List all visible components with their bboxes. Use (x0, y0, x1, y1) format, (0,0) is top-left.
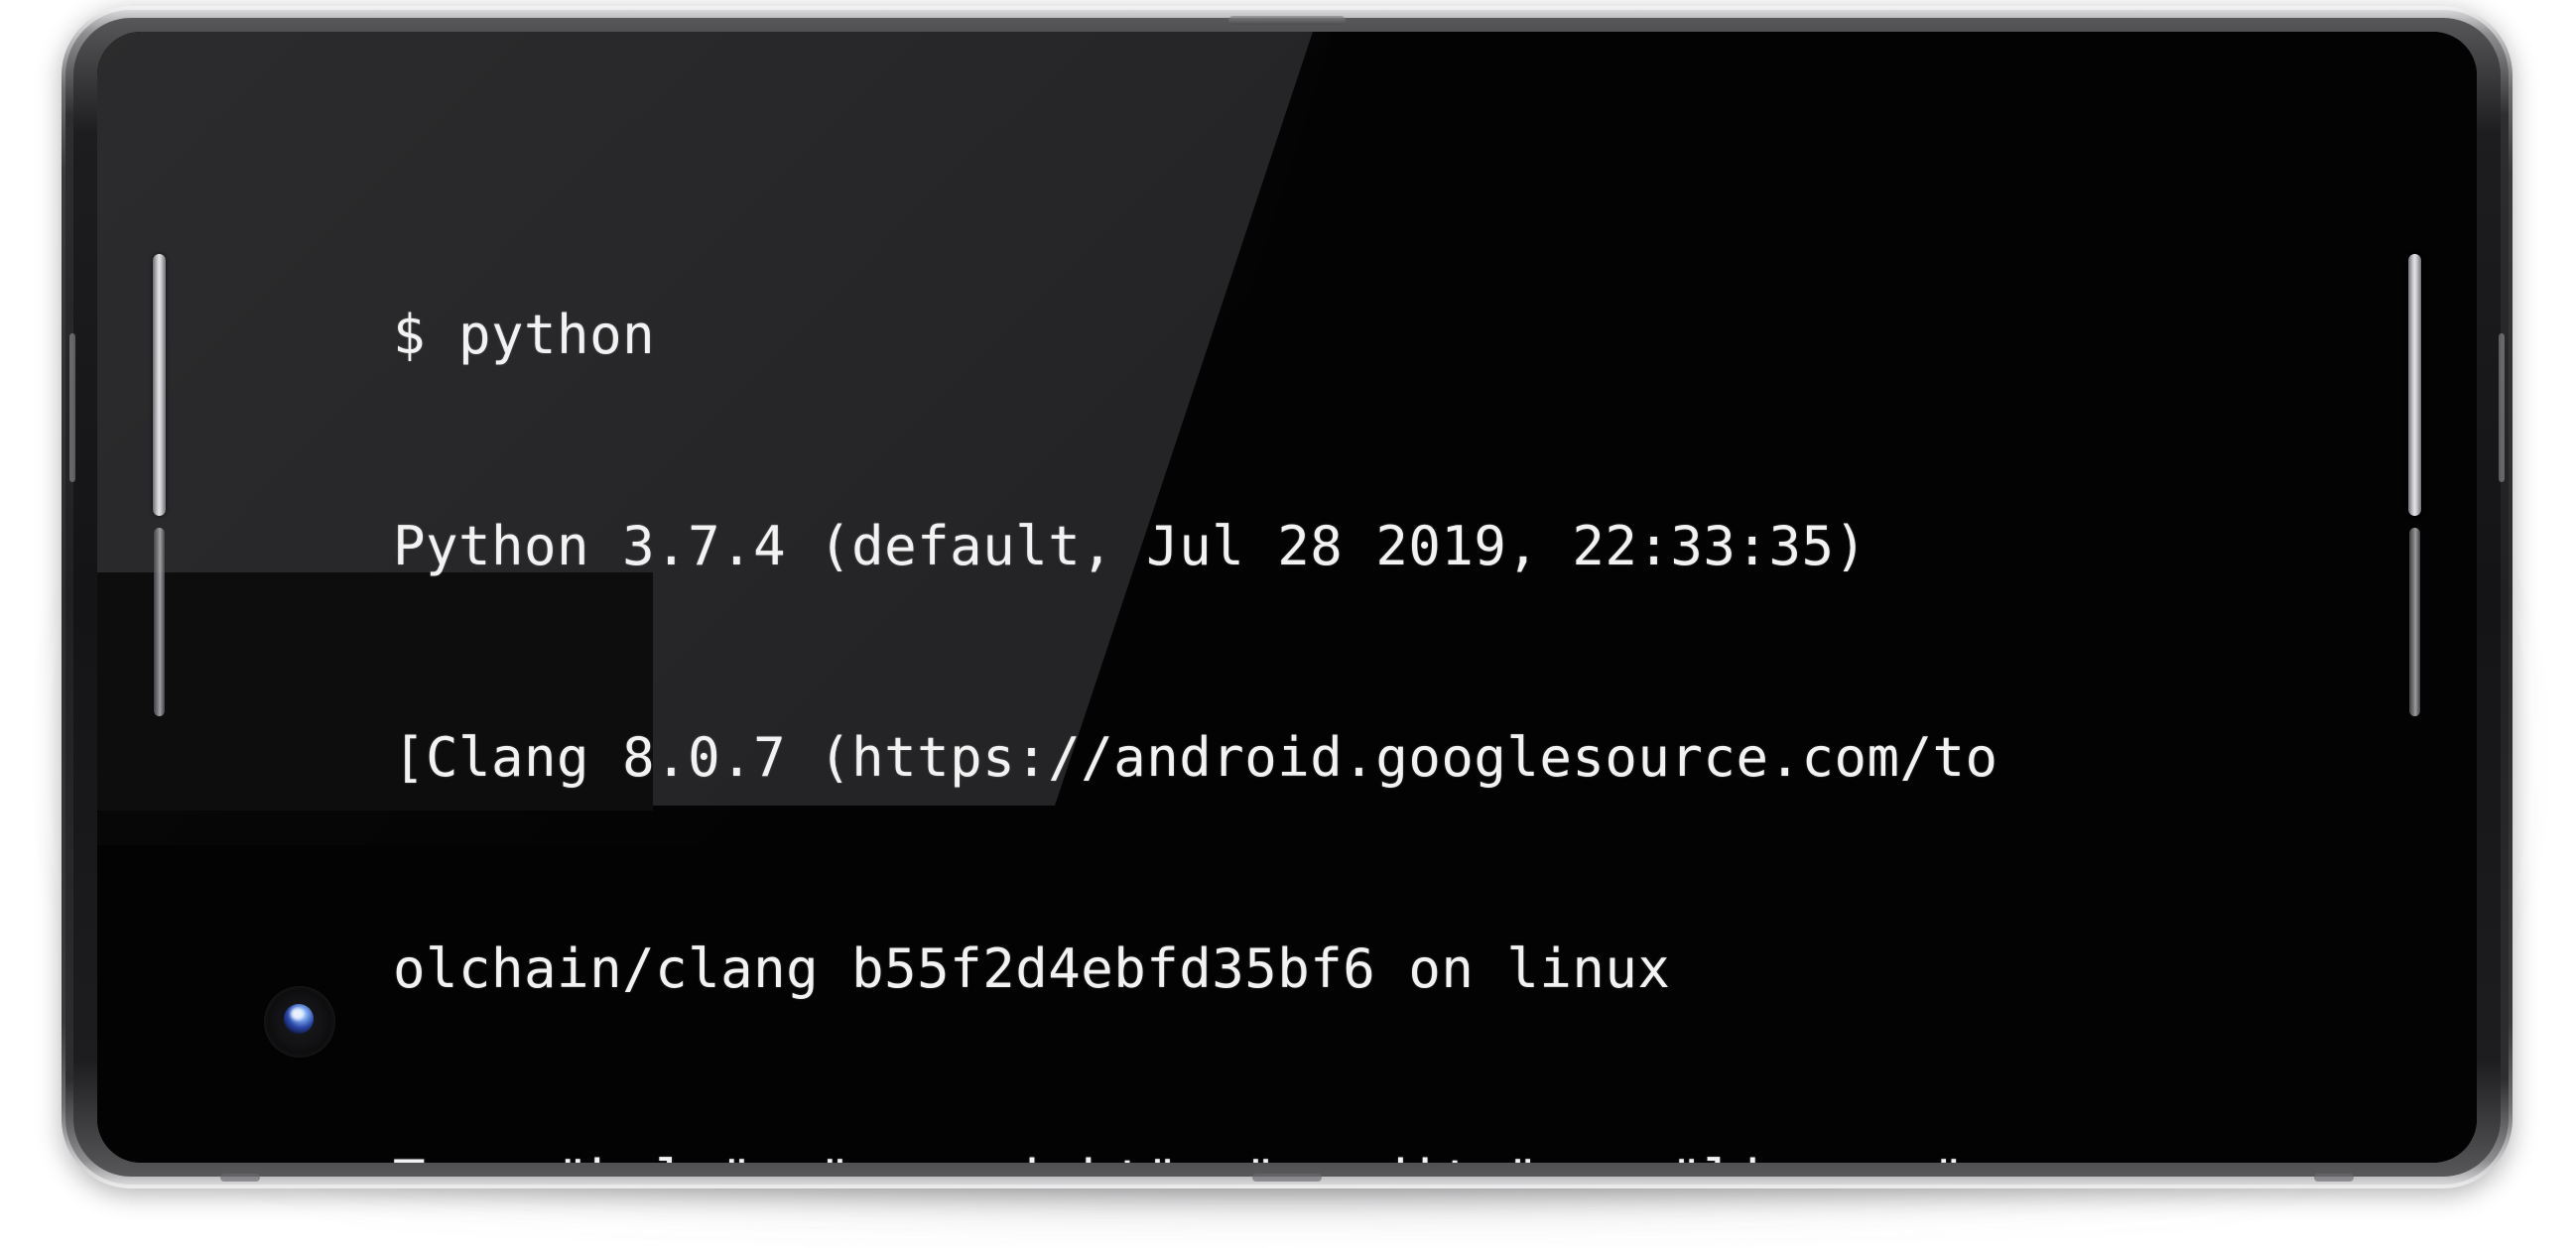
bottom-port-right (2314, 1174, 2354, 1182)
terminal-line: Python 3.7.4 (default, Jul 28 2019, 22:3… (393, 515, 1868, 577)
terminal-line: [Clang 8.0.7 (https://android.googlesour… (393, 726, 1998, 789)
terminal-app-surface[interactable]: $ python Python 3.7.4 (default, Jul 28 2… (97, 32, 2477, 1163)
chassis-edge-highlight-left (69, 333, 75, 482)
phone-device: $ python Python 3.7.4 (default, Jul 28 2… (62, 6, 2512, 1188)
side-rail-lower-right (2409, 528, 2420, 716)
terminal-line: Type "help", "copyright", "credits" or "… (393, 1145, 2397, 1163)
scene: $ python Python 3.7.4 (default, Jul 28 2… (0, 0, 2576, 1248)
terminal-output[interactable]: $ python Python 3.7.4 (default, Jul 28 2… (393, 159, 2397, 1163)
phone-screen[interactable]: $ python Python 3.7.4 (default, Jul 28 2… (97, 32, 2477, 1163)
bottom-port-left (220, 1174, 260, 1182)
side-rail-left (153, 254, 166, 516)
earpiece-speaker-icon (1228, 16, 1346, 25)
front-camera-icon (264, 986, 335, 1058)
chassis-edge-highlight-right (2499, 333, 2505, 482)
side-rail-lower-left (154, 528, 165, 716)
camera-glint (291, 1008, 304, 1020)
bottom-port-center (1252, 1174, 1322, 1182)
terminal-line: olchain/clang b55f2d4ebfd35bf6 on linux (393, 937, 1671, 1000)
terminal-line: $ python (393, 304, 656, 366)
side-rail-right (2408, 254, 2421, 516)
